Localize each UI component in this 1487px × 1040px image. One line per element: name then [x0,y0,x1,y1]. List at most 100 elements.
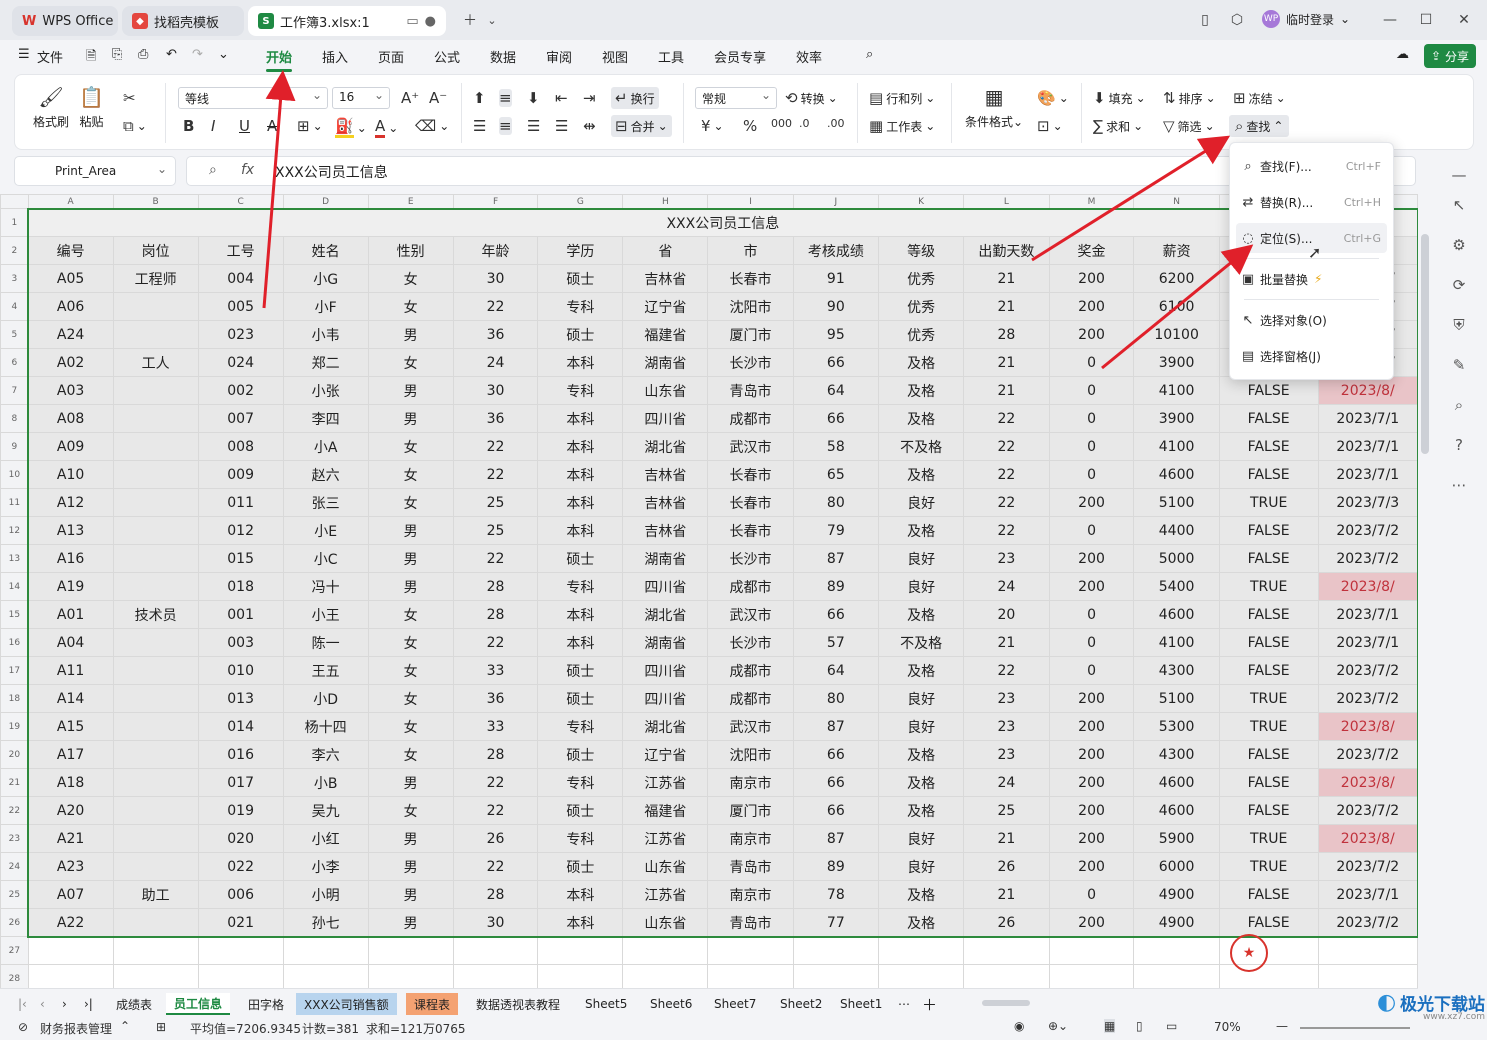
sheet-tab[interactable]: Sheet5 [577,993,635,1015]
table-cell[interactable]: 90 [792,292,880,321]
name-box[interactable]: Print_Area ⌄ [14,156,176,186]
table-cell[interactable]: 200 [1048,488,1135,517]
table-cell[interactable]: 016 [197,740,284,769]
border-icon[interactable]: ⊞ ⌄ [297,117,323,135]
table-cell[interactable]: 57 [792,628,880,657]
header-cell[interactable]: 岗位 [112,236,199,265]
table-cell[interactable]: 200 [1048,908,1135,937]
table-cell[interactable]: 22 [963,432,1050,461]
worksheet-button[interactable]: ▦ 工作表 ⌄ [869,117,935,135]
table-cell[interactable] [537,964,624,988]
table-cell[interactable]: 不及格 [878,628,965,657]
table-cell[interactable]: 武汉市 [707,600,794,629]
cube-icon[interactable]: ⬡ [1225,8,1249,32]
table-cell[interactable]: 不及格 [878,432,965,461]
table-cell[interactable] [622,936,709,965]
table-cell[interactable]: 长春市 [707,264,794,293]
zoom-formula-icon[interactable]: ⌕ [209,162,217,178]
table-cell[interactable]: 25 [452,516,539,545]
table-cell[interactable]: 本科 [537,516,624,545]
table-cell[interactable]: 200 [1048,264,1135,293]
italic-icon[interactable]: I [211,117,215,135]
table-cell[interactable]: 22 [452,544,539,573]
sheet-tab[interactable]: Sheet2 [772,993,830,1015]
filter-button[interactable]: ▽ 筛选 ⌄ [1163,117,1215,135]
table-cell[interactable]: A16 [27,544,114,573]
find-button[interactable]: ⌕ 查找 ⌃ [1229,115,1290,137]
table-cell[interactable]: 010 [197,656,284,685]
pointer-icon[interactable]: ↖ [1448,194,1470,216]
table-cell[interactable]: 022 [197,852,284,881]
table-cell[interactable] [112,796,199,825]
table-cell[interactable]: 22 [452,628,539,657]
table-cell[interactable]: 良好 [878,684,965,713]
table-cell[interactable]: 87 [792,712,880,741]
prev-sheet-icon[interactable]: ‹ [32,993,53,1015]
table-cell[interactable]: 66 [792,600,880,629]
select-all-corner[interactable] [0,194,29,209]
row-header[interactable]: 20 [0,740,29,769]
menu-insert[interactable]: 插入 [322,47,348,66]
indent-increase-icon[interactable]: ⇥ [583,89,596,107]
table-cell[interactable] [112,292,199,321]
table-cell[interactable]: 四川省 [622,656,709,685]
table-cell[interactable]: 郑二 [282,348,369,377]
table-cell[interactable]: 小A [282,432,369,461]
cell-info-icon[interactable]: ⊞ [156,1020,166,1034]
table-cell[interactable]: A02 [27,348,114,377]
table-cell[interactable]: A17 [27,740,114,769]
row-header[interactable]: 15 [0,600,29,629]
table-cell[interactable] [452,964,539,988]
table-cell[interactable] [112,852,199,881]
table-cell[interactable]: 女 [367,432,454,461]
table-cell[interactable]: 200 [1048,320,1135,349]
table-cell[interactable]: 024 [197,348,284,377]
table-cell[interactable]: 男 [367,516,454,545]
table-cell[interactable]: 0 [1048,600,1135,629]
table-cell[interactable]: 009 [197,460,284,489]
table-cell[interactable]: 64 [792,376,880,405]
table-cell[interactable]: 30 [452,264,539,293]
table-cell[interactable]: 本科 [537,628,624,657]
menu-view[interactable]: 视图 [602,47,628,66]
header-cell[interactable]: 编号 [27,236,114,265]
vertical-scrollbar[interactable] [1418,194,1432,988]
table-cell[interactable] [452,936,539,965]
table-cell[interactable]: 89 [792,572,880,601]
table-cell[interactable]: 男 [367,768,454,797]
header-cell[interactable]: 年龄 [452,236,539,265]
spreadsheet-grid[interactable]: ABCDEFGHIJKLMNOP1XXX公司员工信息2编号岗位工号姓名性别年龄学… [0,194,1418,988]
table-cell[interactable]: 5900 [1133,824,1220,853]
table-cell[interactable]: 及格 [878,460,965,489]
table-cell[interactable]: 65 [792,460,880,489]
table-cell[interactable]: 0 [1048,656,1135,685]
user-login[interactable]: WP 临时登录 ⌄ [1262,10,1350,28]
table-cell[interactable]: 良好 [878,824,965,853]
table-cell[interactable]: 023 [197,320,284,349]
undo-icon[interactable]: ↶ [166,47,177,62]
row-header[interactable]: 8 [0,404,29,433]
table-cell[interactable]: 江苏省 [622,880,709,909]
table-cell[interactable]: 技术员 [112,600,199,629]
table-cell[interactable]: 湖北省 [622,712,709,741]
table-cell[interactable] [792,964,880,988]
table-cell[interactable] [963,936,1050,965]
table-cell[interactable]: 36 [452,320,539,349]
table-cell[interactable]: TRUE [1218,684,1319,713]
table-cell[interactable]: A13 [27,516,114,545]
header-cell[interactable]: 学历 [537,236,624,265]
table-cell[interactable]: 019 [197,796,284,825]
table-cell[interactable]: 女 [367,488,454,517]
table-cell[interactable]: 24 [452,348,539,377]
percent-icon[interactable]: % [743,117,757,135]
table-cell[interactable]: 四川省 [622,404,709,433]
table-cell[interactable]: 2023/7/2 [1317,740,1418,769]
cut-icon[interactable]: ✂ [123,89,136,107]
table-cell[interactable]: 21 [963,264,1050,293]
table-cell[interactable]: 本科 [537,404,624,433]
table-cell[interactable] [112,964,199,988]
table-cell[interactable]: 及格 [878,404,965,433]
table-cell[interactable]: 本科 [537,348,624,377]
table-cell[interactable]: 4900 [1133,908,1220,937]
table-cell[interactable] [112,628,199,657]
